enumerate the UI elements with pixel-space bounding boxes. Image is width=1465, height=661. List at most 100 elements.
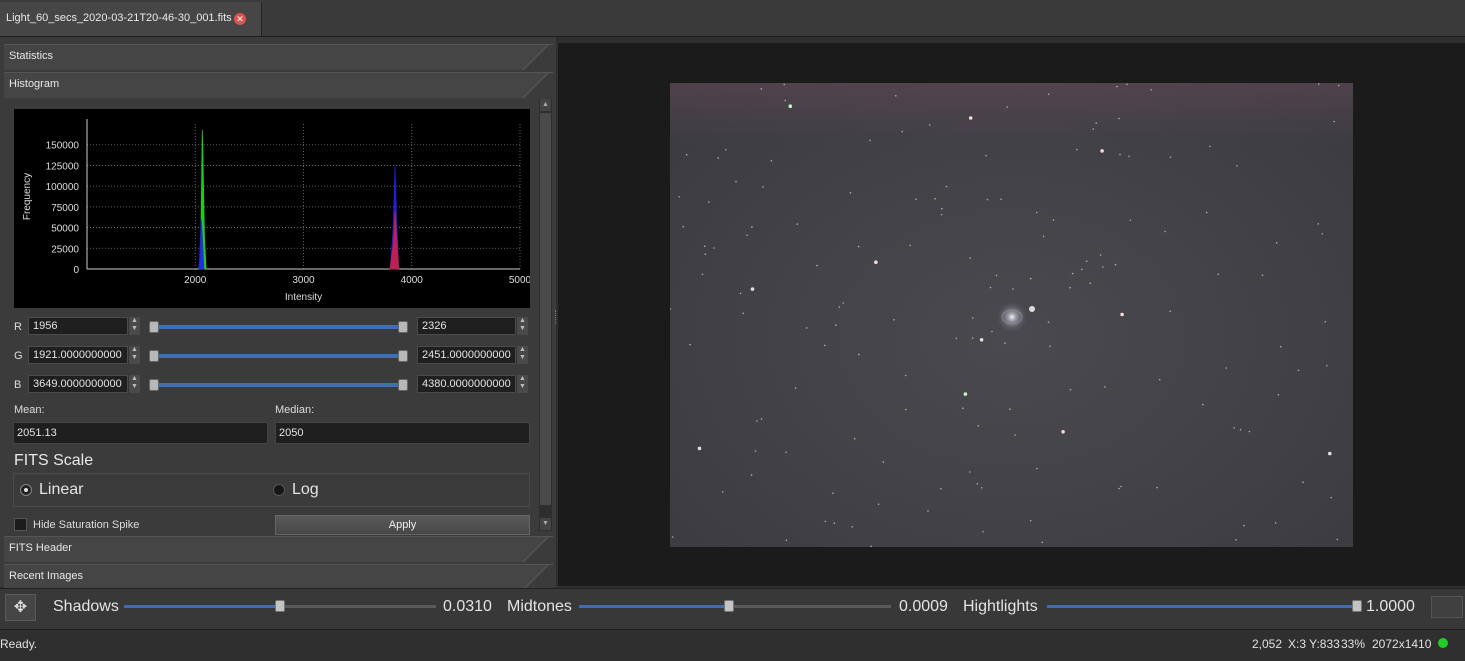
star [1326,364,1328,367]
g-max-handle[interactable] [398,350,408,362]
star [1081,268,1083,271]
star [1217,273,1219,275]
b-min-input[interactable]: 3649.0000000000 [28,375,128,393]
x-tick-label: 4000 [401,275,424,286]
star [1205,211,1208,214]
section-recent-images-label: Recent Images [9,570,83,582]
y-axis-label: Frequency [22,173,33,220]
highlights-slider-track[interactable] [1047,605,1357,608]
star [1029,519,1032,522]
midtones-slider-handle[interactable] [723,600,734,612]
log-label[interactable]: Log [292,481,319,499]
file-tab[interactable]: Light_60_secs_2020-03-21T20-46-30_001.fi… [0,2,262,36]
star [1036,467,1038,470]
section-recent-images[interactable]: Recent Images [4,564,553,590]
star [893,319,895,321]
fits-scale-title: FITS Scale [14,452,94,469]
star [788,104,793,108]
scroll-thumb[interactable] [540,113,551,505]
g-range-track[interactable] [154,354,406,358]
extra-button[interactable] [1431,596,1463,618]
g-min-stepper[interactable]: ▲ ▼ [128,346,140,364]
star [1169,156,1172,159]
g-max-input[interactable]: 2451.0000000000 [417,346,516,364]
r-max-stepper[interactable]: ▲ ▼ [516,317,528,335]
star [704,245,706,247]
tab-bar: Light_60_secs_2020-03-21T20-46-30_001.fi… [0,0,1465,37]
star [1328,451,1332,456]
y-tick-label: 150000 [46,141,80,152]
star [1243,524,1245,527]
scroll-down-icon[interactable]: ▼ [540,518,551,530]
b-max-input[interactable]: 4380.0000000000 [417,375,516,393]
b-max-stepper[interactable]: ▲ ▼ [516,375,528,393]
r-min-stepper[interactable]: ▲ ▼ [128,317,140,335]
star [838,306,841,308]
cursor-coords: X:3 Y:833 [1288,637,1340,651]
r-min-input[interactable]: 1956 [28,317,128,335]
star [1089,282,1091,284]
star [697,446,702,451]
move-tool-icon[interactable]: ✥ [5,594,36,621]
star [1324,320,1327,323]
star [1049,345,1051,348]
star [1006,106,1009,108]
star [941,207,943,210]
g-min-input[interactable]: 1921.0000000000 [28,346,128,364]
star [796,223,799,225]
star [1275,242,1278,244]
linear-label[interactable]: Linear [39,481,83,499]
star [977,425,980,427]
hide-spike-label[interactable]: Hide Saturation Spike [33,519,139,531]
section-statistics[interactable]: Statistics [4,44,553,70]
linear-radio[interactable] [20,484,32,496]
panel-scrollbar[interactable]: ▲ ▼ [539,99,552,531]
apply-button[interactable]: Apply [275,515,530,535]
star [713,247,715,249]
star [708,201,710,203]
star [785,539,788,542]
shadows-slider-handle[interactable] [275,600,285,612]
r-range-track[interactable] [154,325,406,329]
section-fits-header[interactable]: FITS Header [4,536,553,562]
scroll-up-icon[interactable]: ▲ [540,99,551,111]
star [979,338,984,342]
b-min-handle[interactable] [149,379,159,391]
hide-spike-checkbox[interactable] [14,518,27,531]
r-max-input[interactable]: 2326 [417,317,516,335]
b-range-track[interactable] [154,383,406,387]
log-radio[interactable] [273,484,285,496]
g-min-handle[interactable] [149,350,159,362]
star [824,344,826,347]
star [725,148,727,151]
mean-value: 2051.13 [13,422,268,444]
highlights-slider-handle[interactable] [1352,600,1362,612]
star [678,196,680,198]
r-max-handle[interactable] [398,321,408,333]
star [1042,235,1045,238]
g-max-stepper[interactable]: ▲ ▼ [516,346,528,364]
star [685,153,688,156]
star [1069,286,1071,289]
b-min-stepper[interactable]: ▲ ▼ [128,375,140,393]
close-icon[interactable]: ✕ [234,13,246,25]
star [1000,198,1002,201]
star [995,274,998,277]
b-max-handle[interactable] [398,379,408,391]
x-axis-label: Intensity [285,292,322,303]
star [721,491,724,493]
r-min-handle[interactable] [149,321,159,333]
star [1297,369,1300,372]
star [1095,122,1097,124]
tab-title: Light_60_secs_2020-03-21T20-46-30_001.fi… [6,12,232,24]
midtones-slider-track[interactable] [579,605,891,608]
star [915,198,917,201]
star [689,343,691,346]
fits-image[interactable] [670,83,1353,547]
midtones-value: 0.0009 [899,598,948,615]
section-histogram[interactable]: Histogram [4,72,553,98]
star [750,287,755,291]
star [968,471,971,473]
star [851,526,853,528]
star [1129,219,1132,222]
